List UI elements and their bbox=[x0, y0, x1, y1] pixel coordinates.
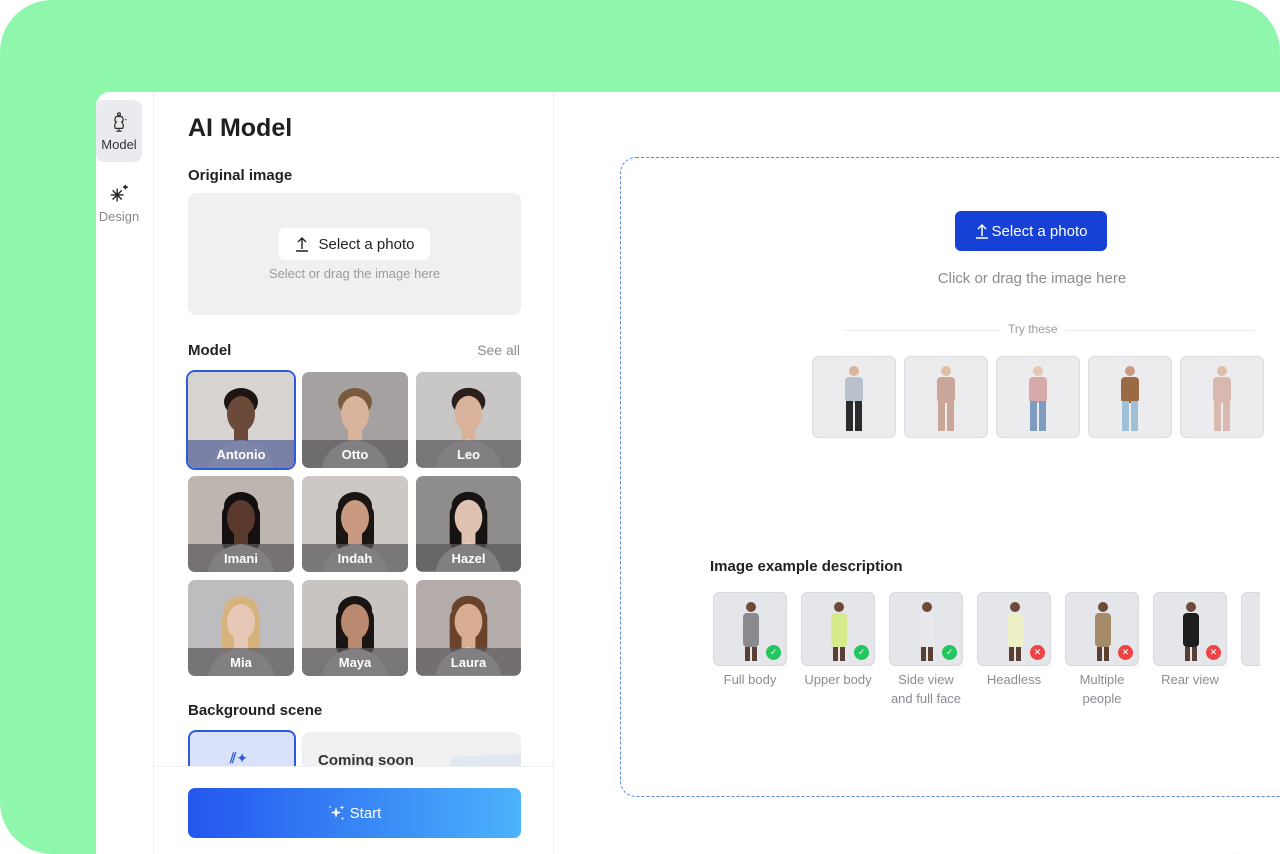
rail-item-design[interactable]: Design bbox=[96, 172, 142, 234]
example-item: ✓ Upper body bbox=[798, 592, 878, 722]
model-card-mia[interactable]: Mia bbox=[188, 580, 294, 676]
model-card-maya[interactable]: Maya bbox=[302, 580, 408, 676]
model-name: Maya bbox=[302, 648, 408, 676]
example-label: Rear view bbox=[1161, 672, 1219, 687]
model-card-hazel[interactable]: Hazel bbox=[416, 476, 521, 572]
example-item: ✓ Full body bbox=[710, 592, 790, 722]
background-scene-options: ⫽✦ Coming soon bbox=[188, 730, 521, 770]
model-name: Imani bbox=[188, 544, 294, 572]
config-panel: AI Model Original image Select a photo S… bbox=[154, 92, 554, 854]
check-icon: ✓ bbox=[942, 645, 957, 660]
cross-icon: ✕ bbox=[1206, 645, 1221, 660]
magic-wand-sparkle-icon bbox=[110, 184, 128, 201]
model-section-label: Model bbox=[188, 342, 232, 359]
example-thumbnail: ✓ bbox=[801, 592, 875, 666]
main-select-photo-button[interactable]: Select a photo bbox=[955, 211, 1107, 251]
select-photo-label: Select a photo bbox=[318, 235, 415, 253]
model-card-laura[interactable]: Laura bbox=[416, 580, 521, 676]
example-thumbnail: ✓ bbox=[713, 592, 787, 666]
main-upload-hint: Click or drag the image here bbox=[937, 270, 1127, 287]
example-label: Multiple people bbox=[1079, 672, 1125, 706]
try-these-label: Try these bbox=[1000, 322, 1066, 336]
upload-icon bbox=[975, 223, 988, 239]
model-grid: Antonio Otto Leo Imani Indah Hazel Mia Maya Laur… bbox=[186, 370, 521, 676]
desktop-background: Model Design AI Model Original image Sel… bbox=[0, 0, 1280, 854]
example-label: Full body bbox=[723, 672, 777, 687]
check-icon: ✓ bbox=[766, 645, 781, 660]
model-name: Hazel bbox=[416, 544, 521, 572]
try-example-1[interactable] bbox=[812, 356, 896, 438]
example-label: Side view and full face bbox=[890, 672, 962, 706]
example-row: ✓ Full body ✓ Upper body ✓ Side view and full… bbox=[710, 592, 1260, 722]
example-thumbnail: ✓ bbox=[889, 592, 963, 666]
try-example-2[interactable] bbox=[904, 356, 988, 438]
sidebar-rail: Model Design bbox=[96, 92, 154, 854]
cross-icon: ✕ bbox=[1118, 645, 1133, 660]
cross-icon: ✕ bbox=[1030, 645, 1045, 660]
example-item: ✕ Headless bbox=[974, 592, 1054, 722]
outfit-figure bbox=[1029, 366, 1047, 431]
panel-footer: Start bbox=[154, 766, 553, 854]
outfit-figure bbox=[845, 366, 863, 431]
example-item bbox=[1238, 592, 1260, 722]
example-figure bbox=[1242, 593, 1260, 666]
example-description-title: Image example description bbox=[710, 558, 903, 575]
app-window: Model Design AI Model Original image Sel… bbox=[96, 92, 1280, 854]
dress-form-icon bbox=[114, 111, 127, 132]
check-icon: ✓ bbox=[854, 645, 869, 660]
example-thumbnail: ✕ bbox=[977, 592, 1051, 666]
try-example-5[interactable] bbox=[1180, 356, 1264, 438]
model-card-imani[interactable]: Imani bbox=[188, 476, 294, 572]
model-name: Mia bbox=[188, 648, 294, 676]
model-card-antonio[interactable]: Antonio bbox=[186, 370, 296, 470]
see-all-link[interactable]: See all bbox=[477, 342, 520, 358]
start-label: Start bbox=[349, 804, 382, 822]
outfit-figure bbox=[1213, 366, 1231, 431]
original-image-label: Original image bbox=[188, 167, 293, 184]
example-item: ✓ Side view and full face bbox=[886, 592, 966, 722]
try-example-3[interactable] bbox=[996, 356, 1080, 438]
main-select-photo-label: Select a photo bbox=[991, 222, 1088, 240]
model-name: Leo bbox=[416, 440, 521, 468]
upload-icon bbox=[295, 237, 308, 252]
scene-option-ai[interactable]: ⫽✦ bbox=[188, 730, 296, 770]
background-scene-label: Background scene bbox=[188, 702, 323, 719]
ai-sparkle-icon: ⫽✦ bbox=[230, 750, 248, 766]
model-name: Laura bbox=[416, 648, 521, 676]
upload-hint: Select or drag the image here bbox=[268, 266, 441, 281]
outfit-figure bbox=[937, 366, 955, 431]
example-label: Upper body bbox=[804, 672, 872, 687]
original-image-dropzone[interactable]: Select a photo Select or drag the image … bbox=[188, 193, 521, 315]
sparkle-icon bbox=[328, 805, 345, 820]
example-thumbnail bbox=[1241, 592, 1260, 666]
model-name: Otto bbox=[302, 440, 408, 468]
rail-item-model[interactable]: Model bbox=[96, 100, 142, 162]
model-name: Indah bbox=[302, 544, 408, 572]
example-item: ✕ Rear view bbox=[1150, 592, 1230, 722]
try-example-4[interactable] bbox=[1088, 356, 1172, 438]
example-thumbnail: ✕ bbox=[1153, 592, 1227, 666]
example-label: Headless bbox=[986, 672, 1042, 687]
rail-item-label: Design bbox=[98, 208, 140, 224]
try-these-row bbox=[812, 356, 1272, 438]
example-item: ✕ Multiple people bbox=[1062, 592, 1142, 722]
model-card-otto[interactable]: Otto bbox=[302, 372, 408, 468]
scene-option-coming-soon: Coming soon bbox=[302, 732, 521, 770]
main-area: Select a photo Click or drag the image h… bbox=[554, 92, 1280, 854]
start-button[interactable]: Start bbox=[188, 788, 521, 838]
page-title: AI Model bbox=[188, 114, 293, 142]
model-card-leo[interactable]: Leo bbox=[416, 372, 521, 468]
rail-item-label: Model bbox=[101, 136, 137, 152]
model-card-indah[interactable]: Indah bbox=[302, 476, 408, 572]
model-name: Antonio bbox=[188, 440, 294, 468]
example-thumbnail: ✕ bbox=[1065, 592, 1139, 666]
outfit-figure bbox=[1121, 366, 1139, 431]
select-photo-button[interactable]: Select a photo bbox=[279, 228, 430, 260]
